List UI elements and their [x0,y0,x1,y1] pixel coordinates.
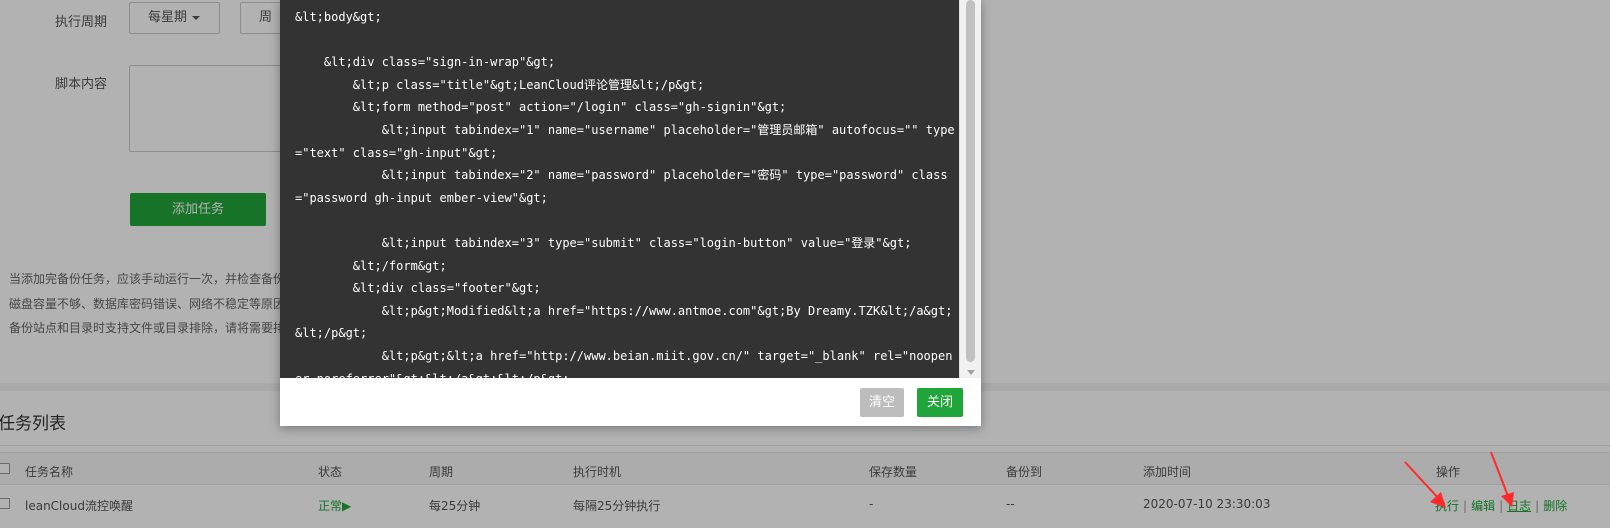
log-line: &lt;/form&gt; [295,258,447,273]
log-scrollbar[interactable] [959,0,981,378]
log-line: &lt;div class="footer"&gt; [295,281,541,296]
clear-button[interactable]: 清空 [860,388,904,417]
log-line: &lt;input tabindex="3" type="submit" cla… [295,235,912,250]
log-line: &lt;p&gt;&lt;a href="http://www.beian.mi… [295,348,953,378]
log-line: &lt;body&gt; [295,10,382,24]
log-text: &lt;body&gt; &lt;div class="sign-in-wrap… [295,6,955,378]
log-line: &lt;div class="sign-in-wrap"&gt; [295,55,556,70]
modal-footer: 清空 关闭 [280,378,981,426]
log-output[interactable]: &lt;body&gt; &lt;div class="sign-in-wrap… [280,0,981,378]
scrollbar-thumb[interactable] [966,0,975,362]
log-line: &lt;input tabindex="1" name="username" p… [295,122,955,160]
log-line: &lt;form method="post" action="/login" c… [295,100,787,115]
scroll-down-icon[interactable] [967,370,975,375]
close-button[interactable]: 关闭 [917,388,963,417]
log-line: &lt;p class="title"&gt;LeanCloud评论管理&lt;… [295,77,705,92]
log-modal: &lt;body&gt; &lt;div class="sign-in-wrap… [280,0,981,426]
log-line: &lt;input tabindex="2" name="password" p… [295,168,948,205]
log-line: &lt;p&gt;Modified&lt;a href="https://www… [295,303,953,341]
